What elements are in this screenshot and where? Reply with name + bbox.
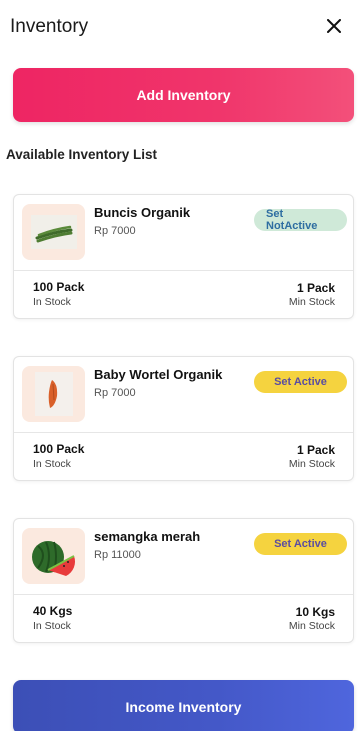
product-price: Rp 11000 [94, 549, 141, 561]
product-price: Rp 7000 [94, 387, 136, 399]
product-image-watermelon [22, 528, 85, 584]
min-stock-value: 1 Pack [296, 281, 335, 295]
in-stock-label: In Stock [33, 620, 71, 632]
in-stock-value: 100 Pack [33, 442, 85, 456]
product-name: Buncis Organik [94, 205, 191, 220]
add-inventory-button[interactable]: Add Inventory [13, 68, 354, 122]
in-stock-label: In Stock [33, 458, 71, 470]
card-divider [14, 270, 353, 271]
inventory-card[interactable]: Buncis Organik Rp 7000 Set NotActive 100… [13, 194, 354, 319]
close-button[interactable] [323, 15, 345, 37]
product-name: Baby Wortel Organik [94, 367, 223, 382]
app-header: Inventory [0, 0, 363, 56]
inventory-card[interactable]: semangka merah Rp 11000 Set Active 40 Kg… [13, 518, 354, 643]
product-image-baby-carrot [22, 366, 85, 422]
income-inventory-button[interactable]: Income Inventory [13, 680, 354, 731]
product-price: Rp 7000 [94, 225, 136, 237]
min-stock-value: 10 Kgs [295, 605, 335, 619]
card-divider [14, 594, 353, 595]
in-stock-label: In Stock [33, 296, 71, 308]
min-stock-value: 1 Pack [296, 443, 335, 457]
set-active-button[interactable]: Set Active [254, 371, 347, 393]
min-stock-label: Min Stock [288, 620, 335, 632]
card-divider [14, 432, 353, 433]
min-stock-label: Min Stock [288, 458, 335, 470]
page-title: Inventory [10, 16, 89, 37]
min-stock-label: Min Stock [288, 296, 335, 308]
set-notactive-button[interactable]: Set NotActive [254, 208, 347, 232]
product-image-green-beans [22, 204, 85, 260]
set-active-button[interactable]: Set Active [254, 533, 347, 555]
in-stock-value: 100 Pack [33, 280, 85, 294]
inventory-card[interactable]: Baby Wortel Organik Rp 7000 Set Active 1… [13, 356, 354, 481]
product-name: semangka merah [94, 529, 201, 544]
inventory-list-title: Available Inventory List [6, 147, 158, 162]
close-icon [327, 19, 341, 33]
in-stock-value: 40 Kgs [33, 604, 73, 618]
